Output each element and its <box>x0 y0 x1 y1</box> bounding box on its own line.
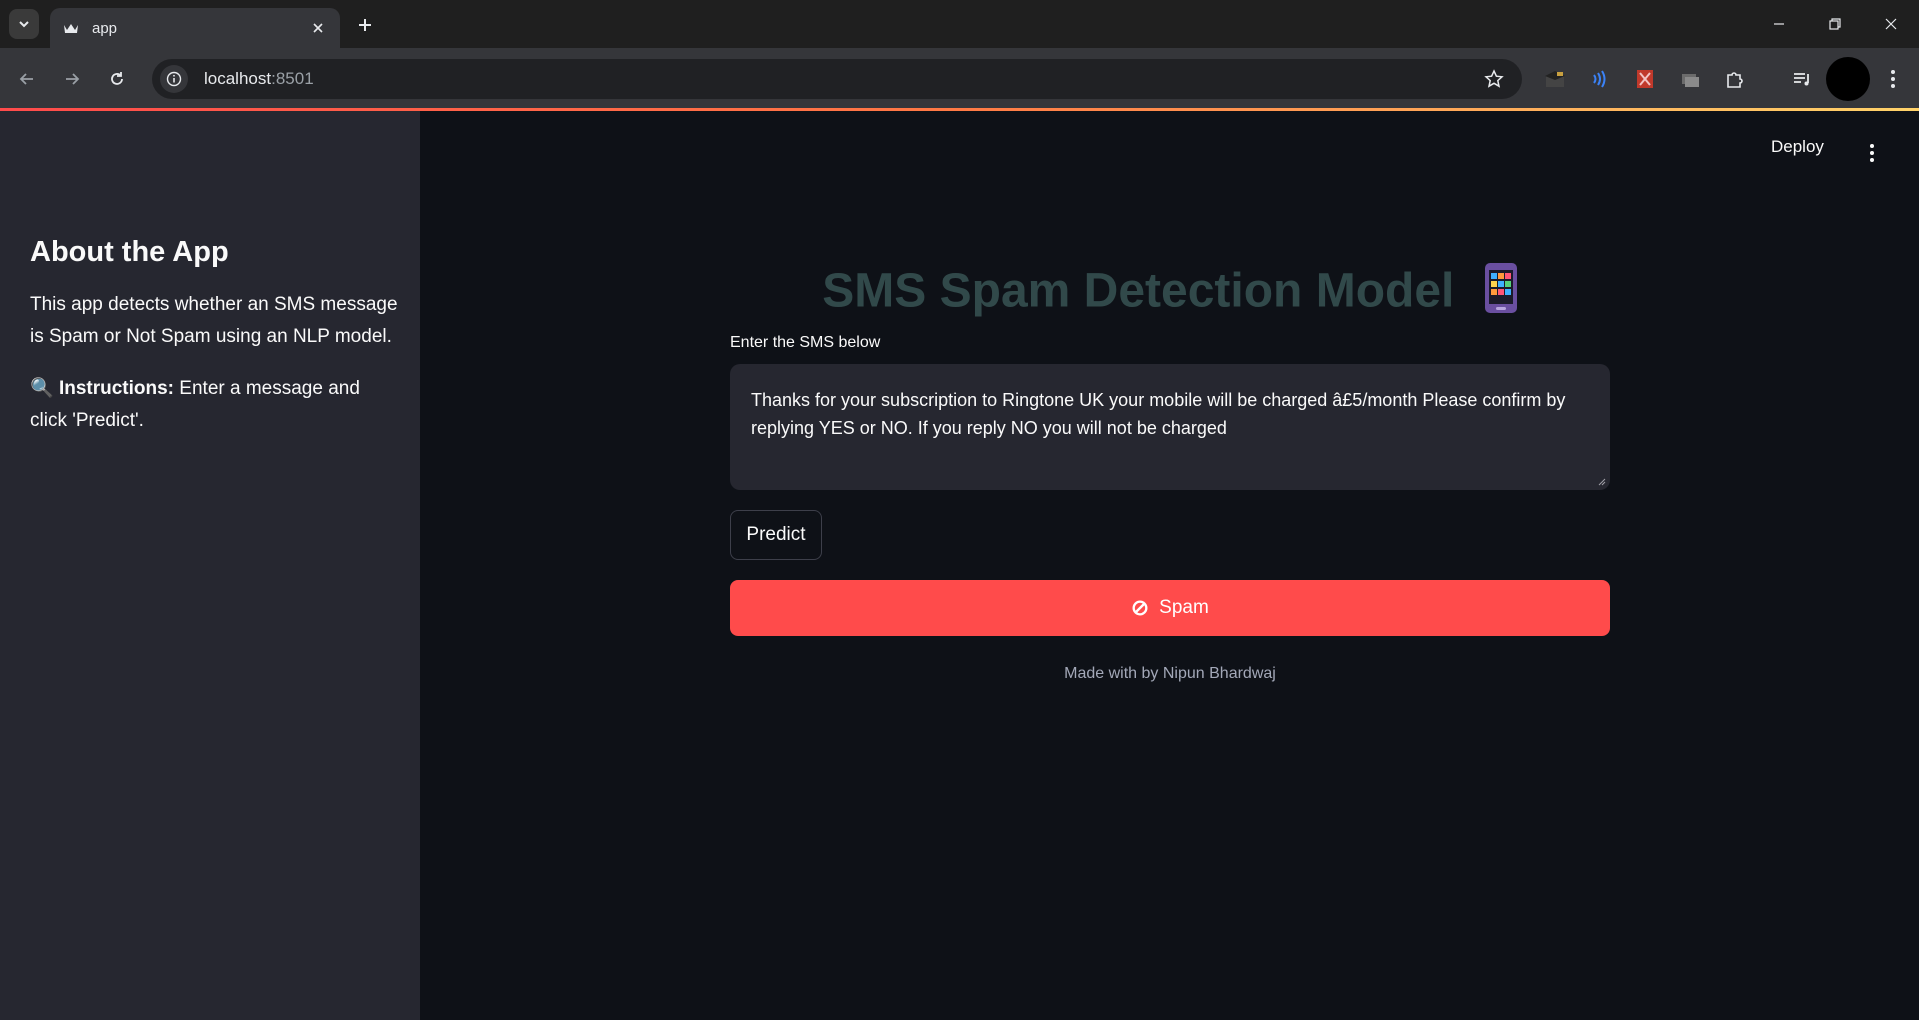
sms-input-textarea[interactable]: Thanks for your subscription to Ringtone… <box>730 364 1610 490</box>
minimize-icon <box>1774 23 1784 25</box>
new-tab-button[interactable] <box>352 12 378 38</box>
instructions-label: Instructions: <box>58 378 175 399</box>
close-tab-icon[interactable] <box>308 18 328 38</box>
url-host: localhost <box>204 69 272 88</box>
tab-title: app <box>92 19 118 37</box>
streamlit-crown-icon <box>62 19 80 37</box>
predict-button[interactable]: Predict <box>730 510 822 560</box>
reload-button[interactable] <box>101 63 133 95</box>
extension-red-book-icon[interactable] <box>1630 64 1660 94</box>
browser-menu-icon[interactable] <box>1878 64 1908 94</box>
restore-button[interactable] <box>1807 0 1863 48</box>
browser-tab[interactable]: app <box>50 8 340 48</box>
back-arrow-icon <box>19 73 33 85</box>
url-port: :8501 <box>271 69 314 88</box>
tab-search-button[interactable] <box>9 9 39 39</box>
prohibited-icon <box>1131 599 1149 617</box>
kebab-menu-icon <box>1870 144 1874 162</box>
prediction-result-label: Spam <box>1159 597 1209 618</box>
media-playlist-icon[interactable] <box>1787 64 1817 94</box>
restore-icon <box>1829 18 1841 30</box>
back-button[interactable] <box>11 63 43 95</box>
sidebar-description: This app detects whether an SMS message … <box>30 294 398 347</box>
extensions-puzzle-icon[interactable] <box>1720 64 1750 94</box>
address-bar[interactable]: localhost:8501 <box>152 59 1522 99</box>
magnifier-icon: 🔍 <box>30 378 54 399</box>
extension-cards-icon[interactable] <box>1675 64 1705 94</box>
profile-avatar[interactable] <box>1826 57 1870 101</box>
sidebar-instructions: 🔍 Instructions: Enter a message and clic… <box>30 373 400 437</box>
mobile-phone-icon <box>1484 262 1518 326</box>
app-menu-button[interactable] <box>1862 140 1882 166</box>
bookmark-star-icon[interactable] <box>1484 69 1504 94</box>
forward-arrow-icon <box>66 73 80 85</box>
close-icon <box>1885 18 1897 30</box>
page-title-text: SMS Spam Detection Model <box>822 264 1455 318</box>
plus-icon <box>359 19 371 31</box>
reload-icon <box>111 72 123 85</box>
forward-button[interactable] <box>56 63 88 95</box>
extension-audio-waves-icon[interactable] <box>1585 64 1615 94</box>
footer-credit: Made with by Nipun Bhardwaj <box>1064 665 1276 682</box>
sidebar: About the App This app detects whether a… <box>0 111 420 1020</box>
sms-input-label: Enter the SMS below <box>730 334 881 351</box>
resize-grip-icon[interactable] <box>1598 478 1606 486</box>
extension-graduation-cap-icon[interactable] <box>1540 64 1570 94</box>
main-content <box>420 111 1919 1020</box>
chevron-down-icon <box>19 21 29 28</box>
deploy-button[interactable]: Deploy <box>1771 137 1824 157</box>
site-info-icon[interactable] <box>160 65 188 93</box>
prediction-result-banner: Spam <box>730 580 1610 636</box>
minimize-button[interactable] <box>1751 0 1807 48</box>
browser-toolbar: localhost:8501 <box>0 48 1919 110</box>
page-title: SMS Spam Detection Model <box>730 262 1610 326</box>
browser-tab-bar: app <box>0 0 1919 48</box>
sidebar-heading: About the App <box>30 236 229 268</box>
close-window-button[interactable] <box>1863 0 1919 48</box>
